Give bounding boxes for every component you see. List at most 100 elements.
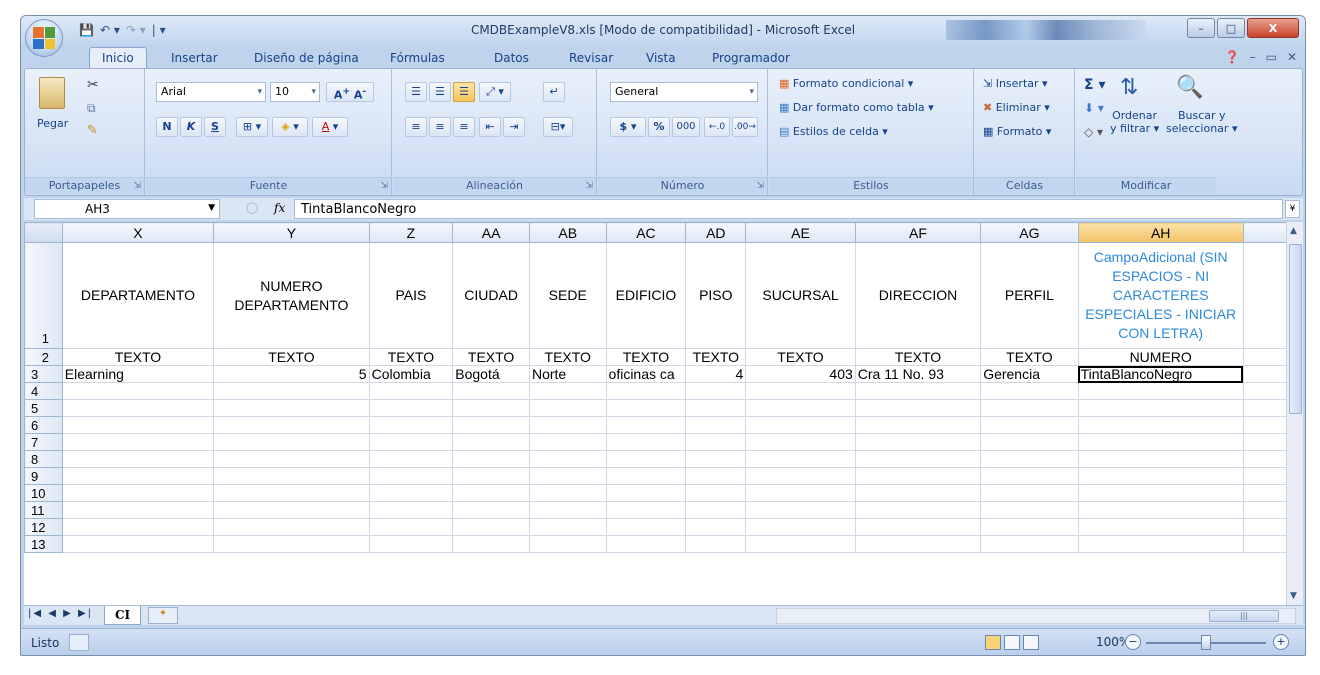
cell[interactable] (1077, 433, 1244, 451)
column-header[interactable]: Y (213, 222, 370, 243)
cell[interactable] (745, 450, 856, 468)
align-middle-button[interactable]: ☰ (429, 82, 451, 102)
cell[interactable] (528, 467, 607, 485)
cell[interactable]: EDIFICIO (605, 242, 687, 349)
row-header[interactable]: 5 (24, 399, 63, 417)
autosum-button[interactable]: Σ ▾ (1084, 77, 1105, 93)
column-header[interactable]: AG (980, 222, 1079, 243)
format-as-table-button[interactable]: ▦ Dar formato como tabla ▾ (779, 101, 934, 114)
cell[interactable] (213, 450, 370, 468)
bold-button[interactable]: N (156, 117, 178, 137)
underline-button[interactable]: S (204, 117, 226, 137)
column-header-active[interactable]: AH (1077, 222, 1244, 243)
cell[interactable] (213, 399, 370, 417)
cell[interactable] (368, 484, 454, 502)
tab-inicio[interactable]: Inicio (89, 47, 147, 69)
cell[interactable] (452, 382, 530, 400)
launcher-icon[interactable]: ⇲ (380, 181, 388, 191)
cell[interactable] (452, 501, 530, 519)
cell[interactable] (980, 416, 1079, 434)
cell[interactable]: DIRECCION (854, 242, 982, 349)
select-all-corner[interactable] (24, 222, 63, 243)
cell[interactable] (605, 416, 687, 434)
cell[interactable] (1077, 450, 1244, 468)
cell[interactable] (685, 399, 747, 417)
cell[interactable]: SEDE (528, 242, 607, 349)
cell[interactable] (452, 484, 530, 502)
copy-icon[interactable]: ⧉ (87, 101, 96, 116)
cut-icon[interactable]: ✂ (87, 77, 99, 93)
tab-vista[interactable]: Vista (646, 48, 676, 68)
orientation-button[interactable]: ⤢ ▾ (479, 82, 511, 102)
clear-icon[interactable]: ◇ ▾ (1084, 125, 1103, 139)
cell[interactable] (685, 433, 747, 451)
column-header[interactable]: X (61, 222, 215, 243)
increase-indent-button[interactable]: ⇥ (503, 117, 525, 137)
horizontal-scroll-thumb[interactable]: ||| (1209, 610, 1279, 622)
cell[interactable] (605, 535, 687, 553)
merge-center-button[interactable]: ⊟▾ (543, 117, 573, 137)
cell[interactable] (368, 399, 454, 417)
cell[interactable]: Cra 11 No. 93 (854, 365, 982, 383)
align-top-button[interactable]: ☰ (405, 82, 427, 102)
cell[interactable] (61, 450, 215, 468)
cell[interactable] (368, 467, 454, 485)
launcher-icon[interactable]: ⇲ (756, 181, 764, 191)
cell[interactable] (745, 535, 856, 553)
cell[interactable] (528, 501, 607, 519)
row-header[interactable]: 4 (24, 382, 63, 400)
decrease-indent-button[interactable]: ⇤ (479, 117, 501, 137)
font-name-combo[interactable]: Arial ▾ (156, 82, 266, 102)
insert-sheet-icon[interactable]: ✦ (148, 607, 178, 624)
format-cells-button[interactable]: ▦ Formato ▾ (983, 125, 1051, 138)
cell[interactable] (61, 382, 215, 400)
cell[interactable] (452, 399, 530, 417)
cell[interactable] (605, 433, 687, 451)
cell[interactable]: PAIS (368, 242, 454, 349)
paste-icon[interactable] (39, 77, 65, 109)
cell[interactable] (605, 484, 687, 502)
sheet-nav-icons[interactable]: |◀ ◀ ▶ ▶| (28, 608, 93, 619)
tab-insertar[interactable]: Insertar (171, 48, 218, 68)
cell[interactable] (61, 535, 215, 553)
cell[interactable] (854, 450, 982, 468)
cell[interactable]: TEXTO (368, 348, 454, 366)
cell[interactable] (685, 535, 747, 553)
row-header[interactable]: 10 (24, 484, 63, 502)
office-button[interactable] (25, 19, 63, 57)
scroll-down-icon[interactable]: ▼ (1290, 591, 1297, 601)
cell[interactable] (452, 433, 530, 451)
cell[interactable] (605, 467, 687, 485)
column-header[interactable]: AD (685, 222, 747, 243)
cell[interactable]: TEXTO (854, 348, 982, 366)
cell[interactable] (854, 416, 982, 434)
maximize-button[interactable]: □ (1217, 18, 1245, 38)
cell[interactable] (980, 518, 1079, 536)
ribbon-restore-icon[interactable]: ▭ (1266, 50, 1277, 64)
font-size-combo[interactable]: 10 ▾ (270, 82, 320, 102)
cell[interactable] (605, 450, 687, 468)
cell[interactable] (980, 484, 1079, 502)
row-header[interactable]: 13 (24, 535, 63, 553)
cell[interactable] (61, 518, 215, 536)
cell[interactable]: TEXTO (605, 348, 687, 366)
percent-button[interactable]: % (648, 117, 670, 137)
cell[interactable]: TEXTO (528, 348, 607, 366)
zoom-in-button[interactable]: + (1273, 634, 1289, 650)
cell[interactable] (528, 382, 607, 400)
cell[interactable] (685, 382, 747, 400)
column-header[interactable]: AE (745, 222, 856, 243)
cell[interactable] (368, 450, 454, 468)
tab-diseno-pagina[interactable]: Diseño de página (254, 48, 359, 68)
decrease-decimal-button[interactable]: .00→ (732, 117, 758, 137)
help-icon[interactable]: ❓ (1225, 50, 1240, 64)
column-header[interactable]: AF (854, 222, 982, 243)
cell[interactable] (61, 433, 215, 451)
row-header[interactable]: 2 (24, 348, 63, 366)
row-header[interactable]: 7 (24, 433, 63, 451)
cell[interactable] (854, 382, 982, 400)
cell[interactable] (745, 501, 856, 519)
align-right-button[interactable]: ≡ (453, 117, 475, 137)
cell[interactable] (452, 467, 530, 485)
cell[interactable] (685, 450, 747, 468)
